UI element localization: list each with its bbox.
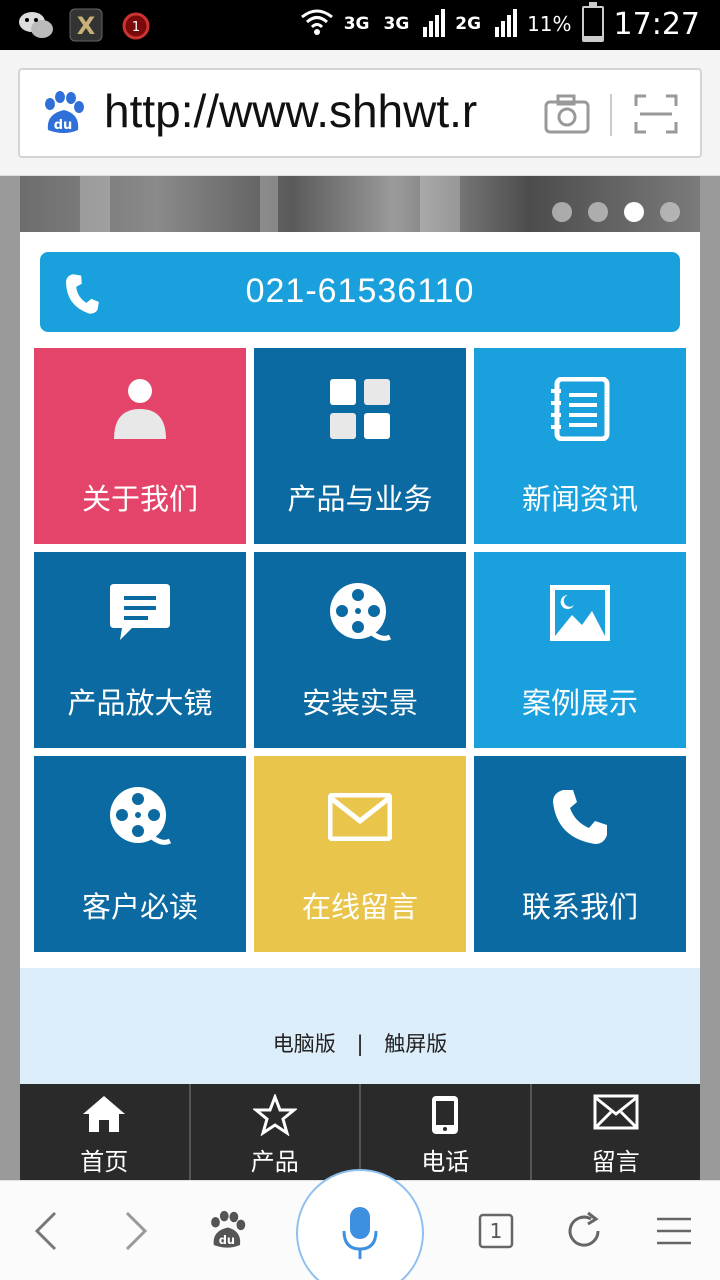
nav-products[interactable]: 产品 [191, 1084, 361, 1180]
browser-address-area: du http://www.shhwt.r [0, 50, 720, 176]
envelope-icon [532, 1094, 701, 1136]
network-label-3: 2G [455, 14, 482, 34]
tile-case-showcase[interactable]: 案例展示 [474, 552, 686, 748]
tile-products-business[interactable]: 产品与业务 [254, 348, 466, 544]
scan-icon[interactable] [634, 94, 678, 134]
url-text[interactable]: http://www.shhwt.r [104, 84, 544, 138]
phone-call-bar[interactable]: 021-61536110 [40, 252, 680, 332]
tile-customer-guide[interactable]: 客户必读 [34, 756, 246, 952]
slider-dot[interactable] [552, 202, 572, 222]
pc-version-link[interactable]: 电脑版 [273, 1028, 336, 1058]
nav-label: 留言 [591, 1148, 640, 1176]
mobile-phone-icon [361, 1094, 530, 1136]
nav-message[interactable]: 留言 [532, 1084, 701, 1180]
touch-version-link[interactable]: 触屏版 [384, 1028, 447, 1058]
battery-icon [581, 2, 604, 42]
grid-icon [254, 374, 466, 444]
menu-icon[interactable] [646, 1203, 702, 1259]
slider-dot-active[interactable] [624, 202, 644, 222]
film-reel-icon [254, 578, 466, 648]
tab-count: 1 [489, 1219, 503, 1243]
nav-label: 电话 [421, 1148, 470, 1176]
footer-separator: | [356, 1032, 364, 1056]
svg-text:X: X [77, 12, 96, 40]
phone-icon [474, 782, 686, 852]
svg-text:du: du [219, 1233, 235, 1247]
tile-label: 安装实景 [301, 686, 418, 720]
tile-label: 案例展示 [521, 686, 638, 720]
nav-phone[interactable]: 电话 [361, 1084, 532, 1180]
tile-label: 客户必读 [81, 890, 198, 924]
tile-label: 联系我们 [521, 890, 638, 924]
tile-product-magnifier[interactable]: 产品放大镜 [34, 552, 246, 748]
forward-icon[interactable] [108, 1203, 164, 1259]
envelope-icon [254, 782, 466, 852]
network-label-2: 3G [383, 14, 410, 34]
divider [610, 94, 612, 136]
tile-installation[interactable]: 安装实景 [254, 552, 466, 748]
notebook-icon [474, 374, 686, 444]
battery-percent: 11% [527, 12, 572, 36]
slider-dots [552, 202, 680, 222]
tile-label: 在线留言 [301, 890, 418, 924]
home-icon [20, 1094, 189, 1136]
slider-dot[interactable] [588, 202, 608, 222]
app-x-icon: X [68, 8, 104, 42]
browser-toolbar: du 1 [0, 1169, 720, 1280]
nav-label: 产品 [250, 1148, 299, 1176]
baidu-paw-icon: du [38, 90, 86, 138]
tile-label: 产品与业务 [287, 482, 433, 516]
tile-label: 新闻资讯 [521, 482, 638, 516]
page-footer: 电脑版 | 触屏版 [20, 968, 700, 1084]
wechat-icon [18, 8, 54, 42]
signal-icon [423, 7, 446, 42]
alarm-icon: 1 [118, 8, 154, 42]
svg-text:du: du [54, 118, 73, 133]
banner-slider[interactable] [20, 176, 700, 232]
tile-contact-us[interactable]: 联系我们 [474, 756, 686, 952]
tile-online-message[interactable]: 在线留言 [254, 756, 466, 952]
tile-label: 产品放大镜 [67, 686, 213, 720]
wifi-icon [300, 7, 334, 42]
web-page: 021-61536110 关于我们 产品与业务 新闻资讯 产品放大镜 安装实景 … [20, 176, 700, 1084]
nav-label: 首页 [80, 1148, 129, 1176]
clock: 17:27 [613, 6, 700, 42]
star-icon [191, 1094, 360, 1136]
phone-number: 021-61536110 [245, 272, 475, 310]
address-bar[interactable]: du http://www.shhwt.r [18, 68, 702, 158]
status-bar: X 1 3G 3G 2G 11% 17:27 [0, 0, 720, 50]
tile-about-us[interactable]: 关于我们 [34, 348, 246, 544]
slider-dot[interactable] [660, 202, 680, 222]
alarm-count: 1 [131, 19, 141, 35]
tile-label: 关于我们 [81, 482, 198, 516]
camera-icon[interactable] [544, 94, 590, 134]
film-reel-icon [34, 782, 246, 852]
user-icon [34, 374, 246, 444]
picture-icon [474, 578, 686, 648]
signal-icon-2 [495, 7, 518, 42]
tile-news[interactable]: 新闻资讯 [474, 348, 686, 544]
back-icon[interactable] [18, 1203, 74, 1259]
tabs-icon[interactable]: 1 [468, 1203, 524, 1259]
site-bottom-nav: 首页 产品 电话 留言 [20, 1084, 700, 1180]
nav-home[interactable]: 首页 [20, 1084, 191, 1180]
baidu-paw-icon[interactable]: du [198, 1203, 254, 1259]
network-label-1: 3G [343, 14, 370, 34]
chat-bubble-icon [34, 578, 246, 648]
refresh-icon[interactable] [556, 1203, 612, 1259]
microphone-icon[interactable] [296, 1169, 424, 1280]
